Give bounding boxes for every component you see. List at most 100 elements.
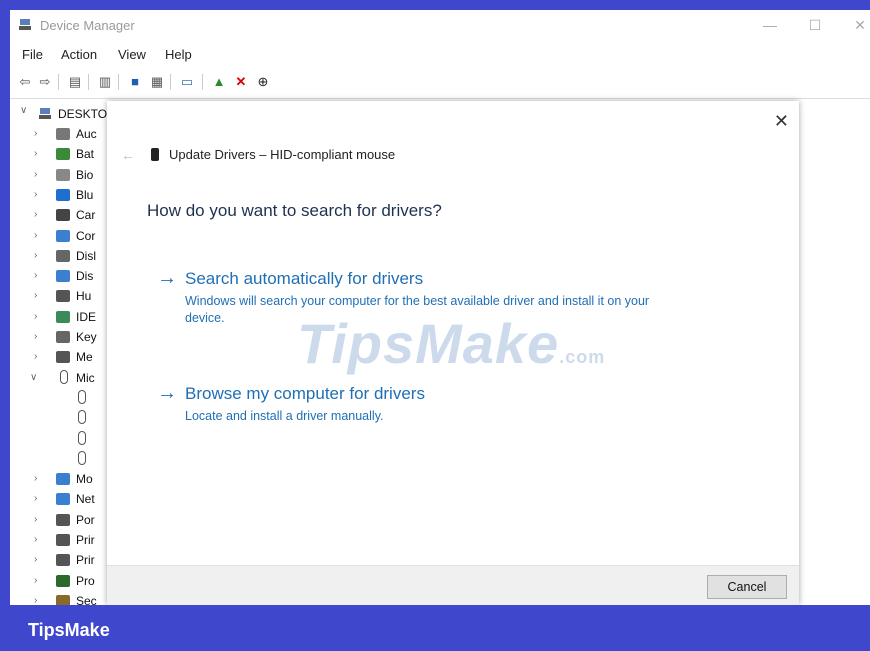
chevron-right-icon[interactable]: › (34, 534, 37, 545)
cancel-button[interactable]: Cancel (707, 575, 787, 599)
update-driver-icon[interactable]: ▲ (210, 73, 228, 91)
title-bar: Device Manager — ☐ ✕ (10, 10, 870, 40)
tree-item-label: Sec (76, 593, 97, 605)
tree-item[interactable]: › Dis (10, 267, 110, 287)
tree-item-label: Blu (76, 187, 94, 202)
tree-item-label: Cor (76, 228, 96, 243)
dialog-footer: Cancel (107, 565, 799, 605)
tree-item[interactable]: › Car (10, 206, 110, 226)
ide-icon (56, 310, 70, 323)
tree-item[interactable] (10, 430, 110, 450)
tree-item[interactable]: › Prir (10, 531, 110, 551)
chevron-right-icon[interactable]: › (34, 473, 37, 484)
tree-item[interactable]: › Sec (10, 592, 110, 605)
tree-item[interactable] (10, 450, 110, 470)
chevron-right-icon[interactable]: › (34, 148, 37, 159)
tipsmake-watermark: TipsMake.com (297, 311, 605, 376)
help-icon[interactable]: ■ (126, 73, 144, 91)
tree-item[interactable]: › Mo (10, 470, 110, 490)
forward-arrow-icon[interactable]: ⇨ (36, 73, 54, 91)
tree-item-label: Car (76, 208, 96, 223)
menu-help[interactable]: Help (165, 47, 192, 62)
download-icon[interactable]: ⊕ (254, 73, 272, 91)
toolbar-divider (58, 74, 59, 90)
uninstall-icon[interactable]: ✕ (232, 73, 250, 91)
chevron-right-icon[interactable]: › (34, 575, 37, 586)
chevron-right-icon[interactable]: › (34, 270, 37, 281)
menu-bar: File Action View Help (10, 44, 870, 66)
printer-icon (56, 554, 70, 567)
tree-item[interactable]: › Auc (10, 125, 110, 145)
chevron-right-icon[interactable]: › (34, 554, 37, 565)
show-hide-tree-icon[interactable]: ▤ (66, 73, 84, 91)
window-title: Device Manager (40, 18, 135, 33)
tree-item-label: Mo (76, 472, 93, 487)
chevron-right-icon[interactable]: › (34, 189, 37, 200)
tree-item[interactable]: › Bat (10, 145, 110, 165)
tree-item-label: Mic (76, 370, 95, 385)
menu-file[interactable]: File (22, 47, 43, 62)
browse-computer-option[interactable]: → Browse my computer for drivers Locate … (157, 382, 697, 428)
maximize-button[interactable]: ☐ (800, 14, 830, 36)
chevron-down-icon[interactable]: ∨ (30, 372, 37, 383)
tree-item[interactable]: › Pro (10, 572, 110, 592)
monitor-icon (56, 473, 70, 486)
chevron-right-icon[interactable]: › (34, 209, 37, 220)
tree-item[interactable]: › Bio (10, 166, 110, 186)
tree-item-label: Net (76, 492, 95, 507)
window-close-button[interactable]: ✕ (845, 14, 870, 36)
chevron-right-icon[interactable]: › (34, 128, 37, 139)
chevron-down-icon[interactable]: ∨ (20, 105, 27, 116)
network-icon (56, 493, 70, 506)
mouse-icon (78, 430, 86, 445)
tree-item-label: IDE (76, 309, 97, 324)
tree-item[interactable]: › Hu (10, 287, 110, 307)
back-arrow-icon[interactable]: ⇦ (16, 73, 34, 91)
camera-icon (56, 209, 70, 222)
back-arrow-icon[interactable]: ← (121, 147, 135, 163)
option-description: Locate and install a driver manually. (185, 409, 384, 423)
minimize-button[interactable]: — (755, 14, 785, 36)
tree-item-label: Dis (76, 269, 94, 284)
tree-item[interactable]: › Me (10, 348, 110, 368)
dialog-close-button[interactable]: ✕ (774, 111, 789, 132)
tree-item[interactable] (10, 389, 110, 409)
tree-item[interactable]: › Net (10, 490, 110, 510)
tree-item[interactable]: › Key (10, 328, 110, 348)
tree-item[interactable]: › IDE (10, 308, 110, 328)
tree-item[interactable]: › Blu (10, 186, 110, 206)
properties-icon[interactable]: ▥ (96, 73, 114, 91)
chevron-right-icon[interactable]: › (34, 230, 37, 241)
tree-item[interactable]: ∨ Mic (10, 369, 110, 389)
tree-item-label: Auc (76, 127, 97, 141)
tree-item-label: Disl (76, 248, 96, 263)
dialog-question: How do you want to search for drivers? (147, 201, 442, 220)
device-manager-window: Device Manager — ☐ ✕ File Action View He… (10, 10, 870, 605)
menu-action[interactable]: Action (61, 47, 97, 62)
view-icon[interactable]: ▦ (148, 73, 166, 91)
option-title[interactable]: Search automatically for drivers (185, 269, 423, 289)
tree-item[interactable]: › Disl (10, 247, 110, 267)
tree-item[interactable]: › Por (10, 511, 110, 531)
tree-item-label: Me (76, 350, 93, 365)
chevron-right-icon[interactable]: › (34, 514, 37, 525)
chevron-right-icon[interactable]: › (34, 493, 37, 504)
chevron-right-icon[interactable]: › (34, 351, 37, 362)
chevron-right-icon[interactable]: › (34, 331, 37, 342)
chevron-right-icon[interactable]: › (34, 250, 37, 261)
monitor-scan-icon[interactable]: ▭ (178, 73, 196, 91)
option-title[interactable]: Browse my computer for drivers (185, 384, 425, 404)
chevron-right-icon[interactable]: › (34, 169, 37, 180)
chevron-right-icon[interactable]: › (34, 311, 37, 322)
tree-item-label: Prir (76, 553, 95, 568)
tree-item[interactable]: › Cor (10, 227, 110, 247)
menu-view[interactable]: View (118, 47, 146, 62)
watermark-suffix: .com (559, 347, 606, 367)
tree-item[interactable]: › Prir (10, 551, 110, 571)
tree-item-label: Hu (76, 289, 92, 304)
chevron-right-icon[interactable]: › (34, 290, 37, 301)
tree-item[interactable] (10, 409, 110, 429)
battery-icon (56, 148, 70, 161)
chevron-right-icon[interactable]: › (34, 595, 37, 605)
tree-item-label: Pro (76, 573, 95, 588)
